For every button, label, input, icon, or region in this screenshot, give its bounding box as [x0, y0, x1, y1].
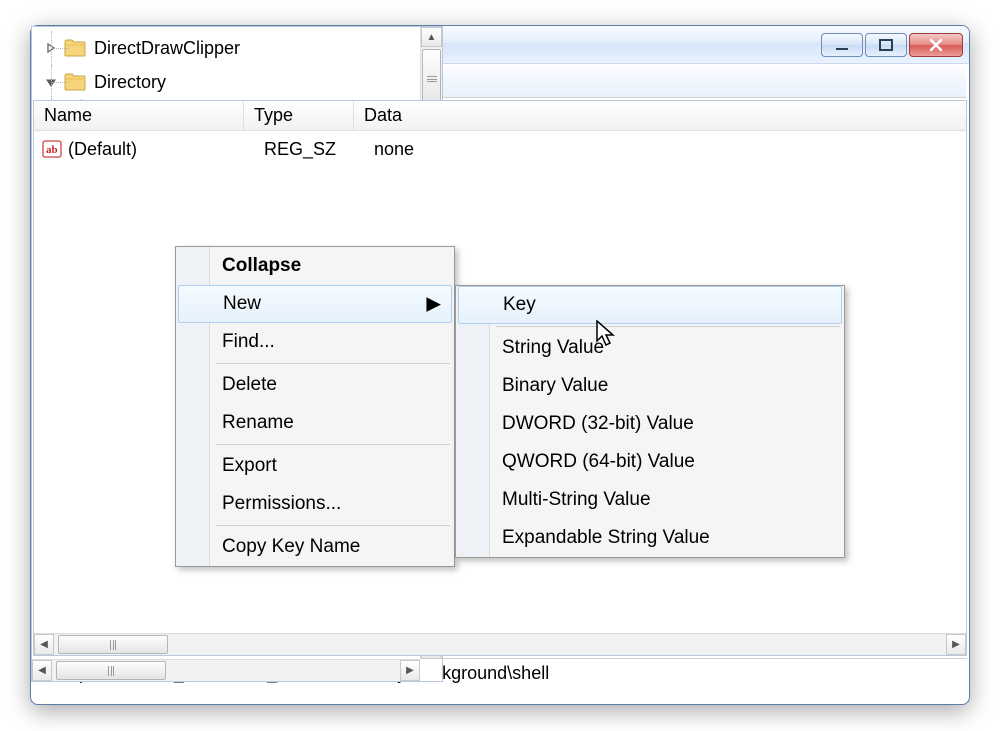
list-header[interactable]: Name Type Data [34, 101, 966, 131]
ctx-new-qword[interactable]: QWORD (64-bit) Value [456, 443, 844, 481]
ctx-new-binary[interactable]: Binary Value [456, 367, 844, 405]
scroll-up-button[interactable]: ▲ [421, 27, 442, 47]
ctx-rename[interactable]: Rename [176, 404, 454, 442]
reg-string-icon: ab [42, 139, 62, 159]
tree-item[interactable]: DirectDrawClipper [38, 31, 420, 65]
cursor-icon [596, 320, 618, 348]
value-type: REG_SZ [264, 139, 374, 160]
list-hscrollbar[interactable]: ◀ ▶ [34, 633, 966, 655]
ctx-new-string[interactable]: String Value [456, 329, 844, 367]
ctx-collapse[interactable]: Collapse [176, 247, 454, 285]
tree-item[interactable]: Directory [38, 65, 420, 99]
minimize-button[interactable] [821, 33, 863, 57]
ctx-delete[interactable]: Delete [176, 366, 454, 404]
ctx-new-key[interactable]: Key [458, 286, 842, 324]
svg-text:ab: ab [46, 144, 58, 156]
window-buttons [821, 33, 963, 57]
ctx-sep-2 [216, 444, 450, 445]
close-button[interactable] [909, 33, 963, 57]
ctx-copy-key-name[interactable]: Copy Key Name [176, 528, 454, 566]
ctx-sep-3 [216, 525, 450, 526]
ctx-new-label: New [223, 293, 261, 314]
maximize-button[interactable] [865, 33, 907, 57]
hscroll-thumb[interactable] [56, 661, 166, 680]
ctx-new-expand[interactable]: Expandable String Value [456, 519, 844, 557]
ctx-new-sep [496, 326, 840, 327]
hscroll-left-button[interactable]: ◀ [32, 660, 52, 681]
hscroll-track[interactable] [52, 660, 400, 681]
context-menu[interactable]: Collapse New ▶ Find... Delete Rename Exp… [175, 246, 455, 567]
list-hscroll-track[interactable] [54, 634, 946, 655]
tree-item-label: DirectDrawClipper [91, 37, 243, 60]
ctx-find[interactable]: Find... [176, 323, 454, 361]
ctx-new-multi[interactable]: Multi-String Value [456, 481, 844, 519]
list-hscroll-left-button[interactable]: ◀ [34, 634, 54, 655]
col-data[interactable]: Data [354, 101, 966, 130]
ctx-new-dword[interactable]: DWORD (32-bit) Value [456, 405, 844, 443]
value-data: none [374, 139, 966, 160]
ctx-export[interactable]: Export [176, 447, 454, 485]
submenu-arrow-icon: ▶ [426, 293, 441, 316]
ctx-sep-1 [216, 363, 450, 364]
value-name: (Default) [68, 139, 264, 160]
tree-item-label: Directory [91, 71, 169, 94]
col-name[interactable]: Name [34, 101, 244, 130]
list-hscroll-right-button[interactable]: ▶ [946, 634, 966, 655]
ctx-permissions[interactable]: Permissions... [176, 485, 454, 523]
tree-hscrollbar[interactable]: ◀ ▶ [32, 659, 420, 681]
context-submenu-new[interactable]: Key String Value Binary Value DWORD (32-… [455, 285, 845, 558]
ctx-new[interactable]: New ▶ [178, 285, 452, 323]
list-row[interactable]: ab (Default) REG_SZ none [34, 131, 966, 167]
col-type[interactable]: Type [244, 101, 354, 130]
hscroll-right-button[interactable]: ▶ [400, 660, 420, 681]
list-hscroll-thumb[interactable] [58, 635, 168, 654]
